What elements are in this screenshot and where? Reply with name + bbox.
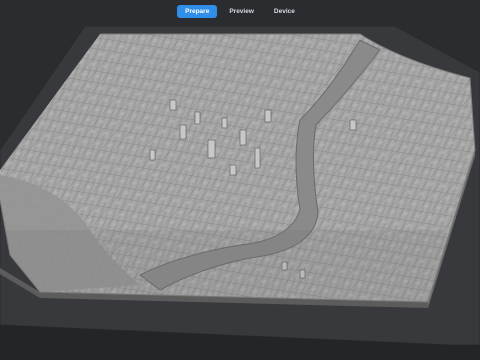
viewport-canvas[interactable] — [0, 22, 480, 360]
tab-preview[interactable]: Preview — [221, 5, 262, 18]
mode-tabs: Prepare Preview Device — [177, 4, 303, 18]
3d-viewport[interactable] — [0, 22, 480, 360]
tab-prepare[interactable]: Prepare — [177, 4, 218, 18]
tab-device[interactable]: Device — [266, 5, 303, 18]
mode-toolbar: Prepare Preview Device — [0, 0, 480, 22]
